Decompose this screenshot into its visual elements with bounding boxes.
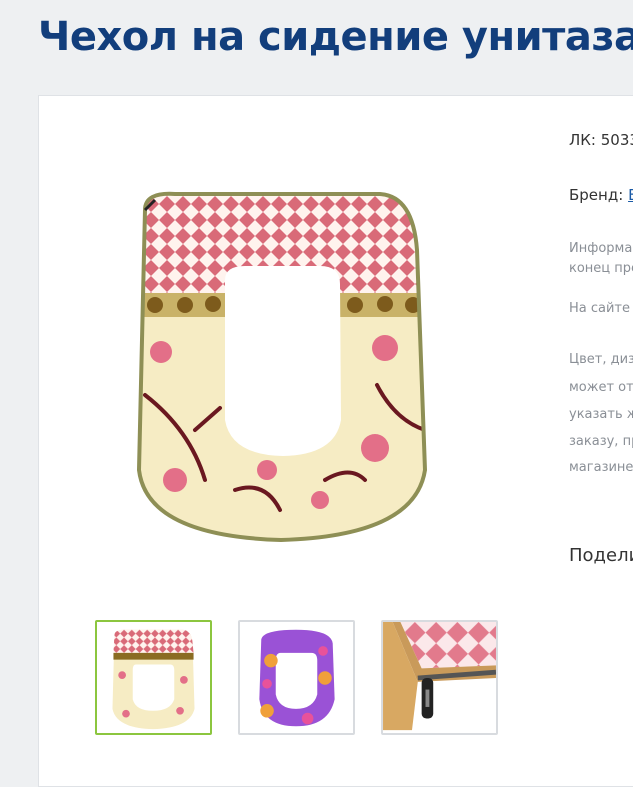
description-line: Цвет, диза	[569, 352, 633, 367]
main-product-image[interactable]	[95, 180, 468, 550]
product-sku: ЛК: 5033	[569, 131, 633, 149]
gallery-thumbnail-3[interactable]	[381, 620, 498, 735]
info-text-line: Информац	[569, 241, 633, 256]
info-text-line: конец пре	[569, 261, 633, 276]
description-line: заказу, пр	[569, 434, 633, 449]
product-brand: Бренд: B	[569, 186, 633, 204]
brand-label: Бренд:	[569, 186, 624, 204]
description-line: указать же	[569, 407, 633, 422]
page-title: Чехол на сидение унитаза	[38, 14, 633, 60]
share-label: Подели	[569, 545, 633, 566]
thumbnail-image	[383, 622, 496, 733]
description-line: может отл	[569, 380, 633, 395]
gallery-thumbnail-1[interactable]	[95, 620, 212, 735]
description-line: магазине.	[569, 460, 633, 475]
brand-link[interactable]: B	[628, 186, 633, 204]
gallery-thumbnail-2[interactable]	[238, 620, 355, 735]
thumbnail-image	[240, 622, 353, 733]
site-availability-text: На сайте п	[569, 301, 633, 316]
thumbnail-image	[97, 622, 210, 733]
